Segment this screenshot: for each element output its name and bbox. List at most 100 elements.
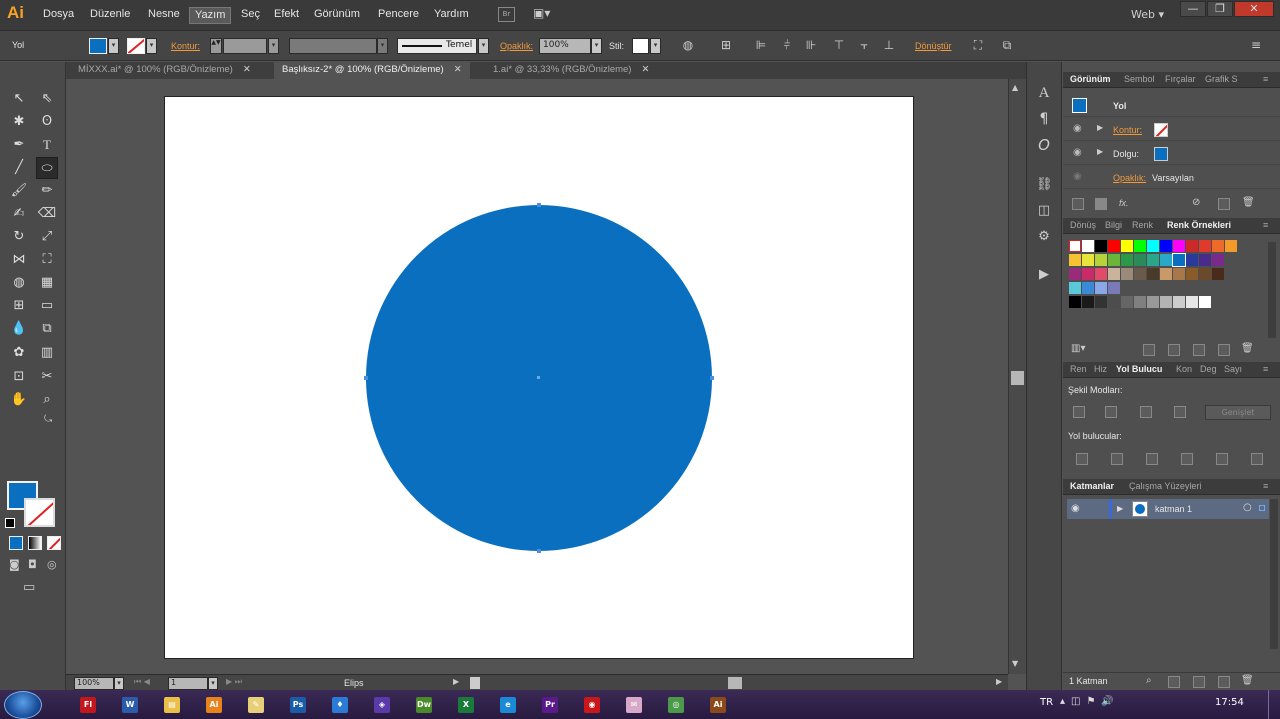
swatch[interactable] (1212, 254, 1224, 266)
expand-button[interactable]: Genişlet (1205, 405, 1271, 420)
add-effect-icon[interactable]: fx. (1119, 198, 1129, 208)
swatch[interactable] (1069, 254, 1081, 266)
swatch-options-icon[interactable] (1168, 344, 1180, 356)
fill-dropdown[interactable]: ▾ (108, 38, 119, 54)
tab-bilgi[interactable]: Bilgi (1105, 220, 1122, 230)
swatch[interactable] (1069, 296, 1081, 308)
anchor-point-right[interactable] (710, 376, 714, 380)
graphic-style-swatch[interactable] (632, 38, 649, 54)
align-bottom-icon[interactable]: ⊥ (881, 38, 897, 53)
status-left-scroll[interactable] (470, 677, 480, 689)
tab-konum[interactable]: Kon (1176, 364, 1192, 374)
swatch[interactable] (1173, 268, 1185, 280)
menu-sec[interactable]: Seç (236, 7, 265, 24)
swatch[interactable] (1147, 240, 1159, 252)
swatch-scrollbar[interactable] (1268, 242, 1276, 338)
draw-normal-icon[interactable]: ◙ (9, 558, 23, 572)
draw-inside-icon[interactable]: ◎ (47, 558, 61, 572)
duplicate-item-icon[interactable] (1218, 198, 1230, 210)
opacity-dropdown[interactable]: ▾ (591, 38, 602, 54)
none-mode-icon[interactable] (47, 536, 61, 550)
maximize-button[interactable]: ❐ (1207, 1, 1233, 17)
screen-mode-icon[interactable]: ▭ (23, 580, 43, 595)
swatch[interactable] (1160, 254, 1172, 266)
tab-fircalar[interactable]: Fırçalar (1165, 74, 1196, 84)
ellipse-tool-icon[interactable]: ⬭ (36, 157, 58, 179)
vertical-scrollbar[interactable]: ▲ ▼ (1008, 79, 1026, 674)
menu-dosya[interactable]: Dosya (38, 7, 79, 24)
taskbar-app-dreamweaver[interactable]: Dw (406, 693, 442, 717)
stroke-weight-field[interactable] (223, 38, 267, 54)
symbol-sprayer-icon[interactable]: ✿ (8, 342, 30, 364)
swatch[interactable] (1121, 240, 1133, 252)
tab-close-icon[interactable]: ✕ (243, 64, 251, 75)
artboard-dropdown[interactable]: ▾ (208, 677, 218, 690)
selection-tool-icon[interactable]: ↖ (8, 88, 30, 110)
start-button[interactable] (4, 691, 42, 719)
tab-close-icon[interactable]: ✕ (641, 64, 649, 75)
swatch[interactable] (1134, 254, 1146, 266)
variable-width-profile[interactable] (289, 38, 377, 54)
anchor-point-left[interactable] (364, 376, 368, 380)
appearance-opacity-row[interactable]: ◉ Opaklık: Varsayılan (1063, 166, 1280, 189)
swatch[interactable] (1108, 282, 1120, 294)
delete-item-icon[interactable]: 🗑 (1242, 197, 1255, 208)
minimize-button[interactable]: — (1180, 1, 1206, 17)
clock[interactable]: 17:54 (1215, 697, 1244, 708)
align-middle-v-icon[interactable]: ⫟ (856, 38, 872, 53)
stroke-color-box[interactable] (24, 498, 55, 527)
swatch[interactable] (1134, 240, 1146, 252)
lasso-tool-icon[interactable]: ʘ (36, 111, 58, 133)
system-tray-icons[interactable]: ▴◫⚑🔊 (1060, 696, 1120, 707)
character-panel-icon[interactable]: A (1036, 86, 1052, 101)
transform-link[interactable]: Dönüştür (915, 41, 952, 56)
swatch[interactable] (1173, 296, 1185, 308)
swatch[interactable] (1212, 268, 1224, 280)
appearance-fill-label[interactable]: Dolgu: (1113, 149, 1139, 159)
menu-pencere[interactable]: Pencere (373, 7, 424, 24)
minus-back-icon[interactable] (1251, 453, 1263, 465)
swatch[interactable] (1095, 268, 1107, 280)
zoom-tool-icon[interactable]: ⌕ (36, 389, 58, 411)
trim-icon[interactable] (1111, 453, 1123, 465)
align-top-icon[interactable]: ⊤ (831, 38, 847, 53)
swatch[interactable] (1147, 268, 1159, 280)
taskbar-app-excel[interactable]: X (448, 693, 484, 717)
anchor-point-bottom[interactable] (537, 549, 541, 553)
swatch[interactable] (1095, 296, 1107, 308)
appearance-opacity-label[interactable]: Opaklık: (1113, 173, 1146, 183)
stroke-dropdown[interactable]: ▾ (146, 38, 157, 54)
recolor-artwork-icon[interactable]: ◍ (680, 38, 696, 53)
arrange-icon[interactable]: ⧉ (999, 38, 1015, 53)
scroll-right-icon[interactable]: ▶ (996, 677, 1002, 686)
color-mode-icon[interactable] (9, 536, 23, 550)
column-graph-icon[interactable]: ▥ (36, 342, 58, 364)
opacity-field[interactable]: 100% (539, 38, 591, 54)
swatch[interactable] (1186, 296, 1198, 308)
arrange-documents-icon[interactable]: ▣▾ (533, 6, 561, 22)
properties-gear-icon[interactable]: ⚙ (1036, 229, 1052, 244)
profile-dropdown[interactable]: ▾ (377, 38, 388, 54)
menu-efekt[interactable]: Efekt (269, 7, 304, 24)
artboard-number-field[interactable]: 1 (168, 677, 208, 690)
menu-yazim[interactable]: Yazım (189, 7, 232, 24)
swatch[interactable] (1134, 296, 1146, 308)
divide-icon[interactable] (1076, 453, 1088, 465)
layers-scrollbar[interactable] (1270, 499, 1278, 649)
swatch[interactable] (1082, 240, 1094, 252)
blob-brush-icon[interactable]: ✍ (8, 203, 30, 225)
expand-triangle-icon[interactable]: ▶ (1097, 147, 1103, 156)
stroke-weight-stepper[interactable]: ▲▼ (210, 38, 222, 54)
exclude-icon[interactable] (1174, 406, 1186, 418)
pen-tool-icon[interactable]: ✒ (8, 134, 30, 156)
appearance-stroke-label[interactable]: Kontur: (1113, 125, 1142, 135)
shape-builder-icon[interactable]: ◍ (8, 272, 30, 294)
line-tool-icon[interactable]: ╱ (8, 157, 30, 179)
swatch[interactable] (1095, 254, 1107, 266)
swap-colors-icon[interactable]: ⤿ (44, 414, 52, 425)
workspace-switcher[interactable]: Web ▾ (1131, 8, 1164, 21)
new-color-group-icon[interactable] (1193, 344, 1205, 356)
tab-basliksiz-2[interactable]: Başlıksız-2* @ 100% (RGB/Önizleme) ✕ (274, 62, 470, 79)
align-center-h-icon[interactable]: ⫩ (779, 38, 795, 53)
align-selection-icon[interactable]: ⊞ (718, 38, 734, 53)
